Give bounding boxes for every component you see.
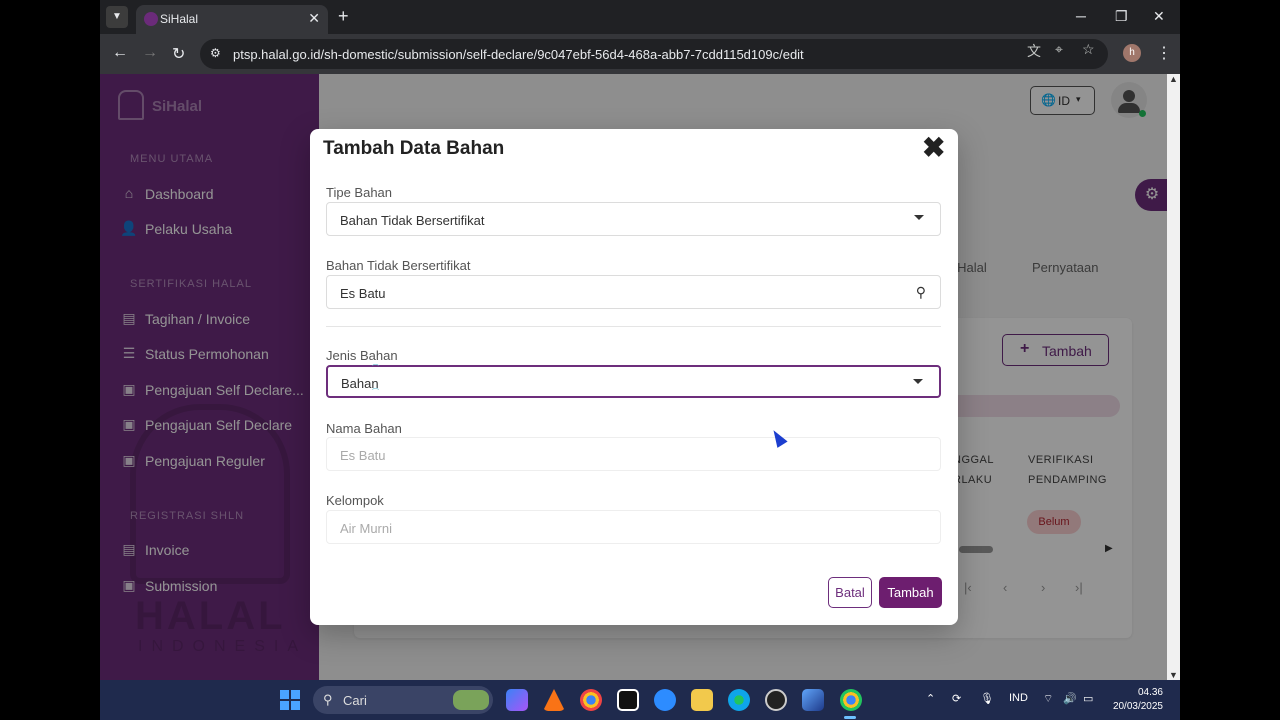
browser-tab[interactable]: SiHalal ✕ bbox=[136, 5, 328, 34]
divider bbox=[326, 326, 941, 327]
sync-icon[interactable]: ⟳ bbox=[952, 692, 961, 705]
chrome-profile-icon[interactable] bbox=[840, 689, 862, 711]
clock[interactable]: 04.36 20/03/2025 bbox=[1111, 686, 1163, 714]
location-icon[interactable]: ⌖ bbox=[1055, 41, 1063, 58]
vertical-scrollbar[interactable]: ▲ ▼ bbox=[1167, 74, 1180, 680]
group-field: Air Murni bbox=[326, 510, 941, 544]
site-info-icon[interactable]: ⚙ bbox=[210, 46, 221, 60]
tab-title: SiHalal bbox=[160, 12, 199, 26]
scroll-up-icon[interactable]: ▲ bbox=[1169, 74, 1178, 84]
forward-icon[interactable]: → bbox=[142, 44, 158, 62]
screen: ▼ SiHalal ✕ + ─ ❐ ✕ ← → ↻ ⚙ ptsp.halal.g… bbox=[0, 0, 1280, 720]
close-window-button[interactable]: ✕ bbox=[1153, 8, 1165, 25]
close-icon[interactable]: ✖ bbox=[922, 131, 945, 164]
bookmark-star-icon[interactable]: ☆ bbox=[1082, 41, 1095, 58]
cancel-button[interactable]: Batal bbox=[828, 577, 872, 608]
material-name-field: Es Batu bbox=[326, 437, 941, 471]
tab-bar: ▼ SiHalal ✕ + ─ ❐ ✕ bbox=[100, 0, 1180, 34]
caret-down-icon bbox=[913, 379, 923, 384]
text-cursor-top-icon: ⌒ bbox=[372, 365, 379, 372]
copilot-icon[interactable] bbox=[506, 689, 528, 711]
windows-start-icon[interactable] bbox=[280, 690, 300, 710]
zoom-icon[interactable] bbox=[654, 689, 676, 711]
url-text[interactable]: ptsp.halal.go.id/sh-domestic/submission/… bbox=[233, 47, 804, 62]
material-name-label: Nama Bahan bbox=[326, 421, 402, 436]
group-label: Kelompok bbox=[326, 493, 384, 508]
new-tab-button[interactable]: + bbox=[338, 6, 349, 27]
uncertified-material-search[interactable]: Es Batu ⚲ bbox=[326, 275, 941, 309]
omnibox[interactable]: ⚙ ptsp.halal.go.id/sh-domestic/submissio… bbox=[200, 39, 1108, 69]
modal-title: Tambah Data Bahan bbox=[323, 138, 505, 159]
wifi-icon[interactable]: ⌔ bbox=[1043, 692, 1053, 706]
material-type-label: Tipe Bahan bbox=[326, 185, 393, 200]
back-icon[interactable]: ← bbox=[112, 44, 128, 62]
browser-window: ▼ SiHalal ✕ + ─ ❐ ✕ ← → ↻ ⚙ ptsp.halal.g… bbox=[100, 0, 1180, 680]
minimize-button[interactable]: ─ bbox=[1076, 8, 1086, 24]
material-kind-label: Jenis Bahan bbox=[326, 348, 398, 363]
close-tab-icon[interactable]: ✕ bbox=[308, 10, 320, 27]
profile-avatar[interactable]: h bbox=[1123, 44, 1141, 62]
photos-icon[interactable] bbox=[802, 689, 824, 711]
search-icon[interactable]: ⚲ bbox=[916, 284, 926, 301]
obs-icon[interactable] bbox=[765, 689, 787, 711]
tab-search-button[interactable]: ▼ bbox=[106, 6, 128, 28]
browser-menu-icon[interactable]: ⋮ bbox=[1156, 43, 1172, 63]
taskbar: ⚲ Cari ⌃ ⟳ 🎙 IND ⌔ 🔊 ▭ 04.36 20/03/2025 bbox=[100, 680, 1180, 720]
search-icon: ⚲ bbox=[323, 692, 333, 707]
search-highlight-icon bbox=[453, 690, 489, 710]
maximize-button[interactable]: ❐ bbox=[1115, 8, 1128, 25]
active-app-indicator bbox=[844, 716, 856, 719]
reload-icon[interactable]: ↻ bbox=[172, 44, 185, 64]
scroll-down-icon[interactable]: ▼ bbox=[1169, 670, 1178, 680]
volume-icon[interactable]: 🔊 bbox=[1063, 692, 1077, 705]
input-language[interactable]: IND bbox=[1009, 692, 1028, 704]
capcut-icon[interactable] bbox=[617, 689, 639, 711]
text-cursor-bottom-icon: ⌒ bbox=[372, 389, 379, 396]
taskbar-search[interactable]: ⚲ Cari bbox=[313, 686, 493, 714]
vlc-icon[interactable] bbox=[543, 689, 565, 711]
chrome-icon[interactable] bbox=[580, 689, 602, 711]
battery-icon[interactable]: ▭ bbox=[1083, 692, 1093, 705]
material-type-select[interactable]: Bahan Tidak Bersertifikat bbox=[326, 202, 941, 236]
tray-chevron-icon[interactable]: ⌃ bbox=[926, 692, 935, 705]
add-material-modal: Tambah Data Bahan ✖ Tipe Bahan Bahan Tid… bbox=[310, 129, 958, 625]
material-kind-select[interactable]: Bahan ⌒ ⌒ bbox=[326, 365, 941, 398]
favicon-icon bbox=[144, 12, 158, 26]
edge-icon[interactable] bbox=[728, 689, 750, 711]
submit-add-button[interactable]: Tambah bbox=[879, 577, 942, 608]
address-bar-row: ← → ↻ ⚙ ptsp.halal.go.id/sh-domestic/sub… bbox=[100, 34, 1180, 74]
microphone-icon[interactable]: 🎙 bbox=[980, 692, 994, 705]
uncertified-material-label: Bahan Tidak Bersertifikat bbox=[326, 258, 471, 273]
caret-down-icon bbox=[914, 215, 924, 220]
file-explorer-icon[interactable] bbox=[691, 689, 713, 711]
translate-icon[interactable]: 文 bbox=[1027, 41, 1041, 61]
